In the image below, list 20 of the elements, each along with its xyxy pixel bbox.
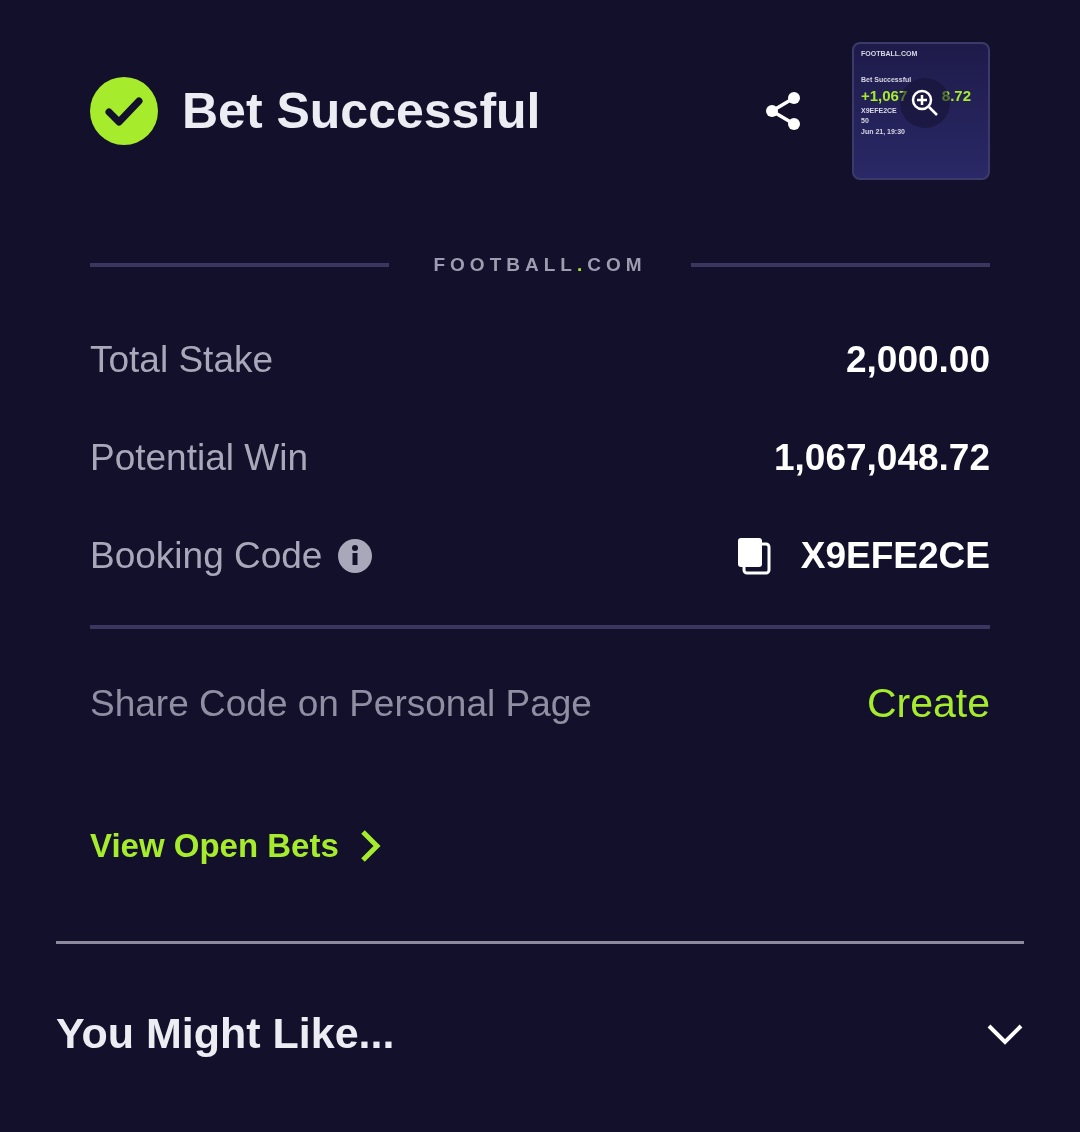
info-icon[interactable]: [338, 538, 373, 573]
summary-label: Booking Code: [90, 534, 373, 577]
preview-amount: 8.72: [941, 86, 971, 105]
summary-label: Total Stake: [90, 338, 274, 381]
open-bets-link[interactable]: View Open Bets: [90, 826, 381, 865]
page-title: Bet Successful: [182, 82, 542, 140]
chevron-right-icon: [358, 828, 381, 863]
share-label: Share Code on Personal Page: [90, 682, 592, 725]
preview-amount: +1,067: [861, 86, 908, 105]
copy-icon[interactable]: [736, 536, 771, 575]
check-icon: [90, 77, 158, 145]
create-button[interactable]: Create: [866, 680, 990, 728]
summary-value: 1,067,048.72: [773, 436, 990, 479]
summary-value: X9EFE2CE: [800, 534, 990, 577]
summary-value: 2,000.00: [845, 338, 990, 381]
share-icon[interactable]: [764, 91, 802, 131]
brand-logo: FOOTBALL.COM: [433, 254, 647, 277]
summary-label: Potential Win: [90, 436, 308, 479]
zoom-in-icon[interactable]: [910, 88, 940, 118]
section-title[interactable]: You Might Like...: [56, 1009, 395, 1059]
